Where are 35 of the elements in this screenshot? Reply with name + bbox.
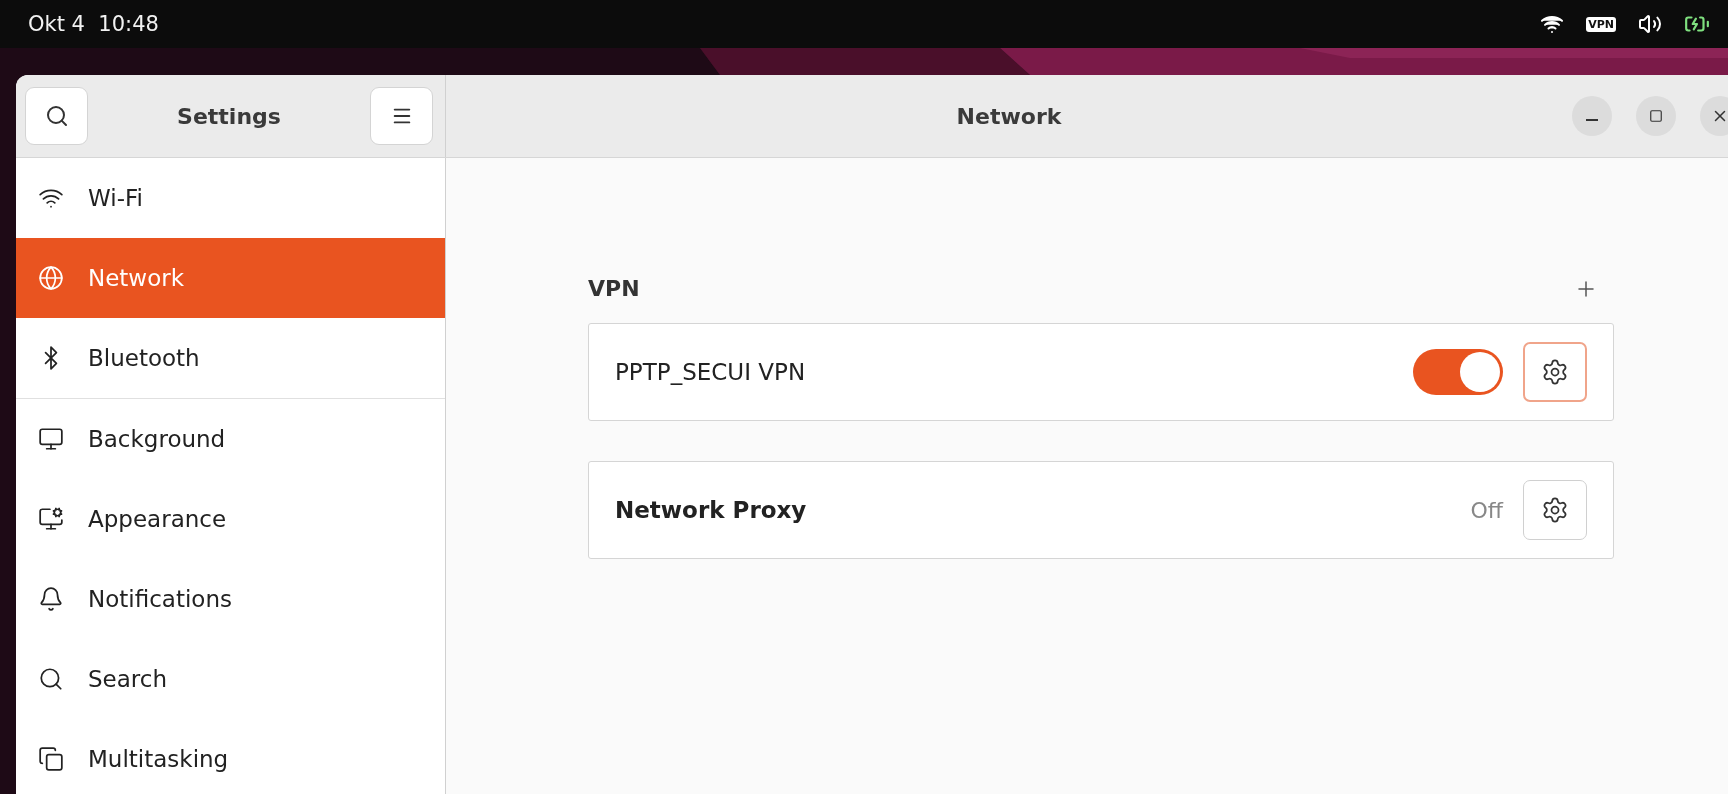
sidebar-item[interactable]: Bluetooth bbox=[16, 318, 445, 399]
bell-icon bbox=[38, 586, 64, 612]
settings-icon bbox=[1541, 496, 1569, 524]
window-title: Network bbox=[955, 103, 1063, 129]
section-heading: VPN bbox=[588, 276, 640, 301]
sidebar-item[interactable]: Search bbox=[16, 639, 445, 719]
settings-button[interactable] bbox=[1523, 342, 1587, 402]
maximize-button[interactable] bbox=[1636, 96, 1676, 136]
sidebar-item[interactable]: Appearance bbox=[16, 479, 445, 559]
clock[interactable]: Okt 4 10:48 bbox=[28, 12, 159, 36]
volume-icon[interactable] bbox=[1638, 12, 1662, 36]
menu-button[interactable] bbox=[370, 87, 433, 145]
sidebar-item[interactable]: Multitasking bbox=[16, 719, 445, 794]
sidebar-item[interactable]: Wi-Fi bbox=[16, 158, 445, 238]
vpn-switch[interactable] bbox=[1413, 349, 1503, 395]
sidebar-title: Settings bbox=[176, 103, 282, 129]
sidebar-item[interactable]: Notifications bbox=[16, 559, 445, 639]
search-button[interactable] bbox=[25, 87, 88, 145]
search-icon bbox=[38, 666, 64, 692]
globe-icon bbox=[38, 265, 64, 291]
vpn-name: PPTP_SECUI VPN bbox=[615, 359, 807, 385]
sidebar-item[interactable]: Background bbox=[16, 399, 445, 479]
vpn-indicator[interactable]: VPN bbox=[1586, 16, 1616, 32]
minimize-icon bbox=[1586, 119, 1598, 121]
close-button[interactable] bbox=[1700, 96, 1728, 136]
monitor-icon bbox=[38, 426, 64, 452]
search-icon bbox=[44, 104, 69, 128]
settings-icon bbox=[1541, 358, 1569, 386]
settings-button[interactable] bbox=[1523, 480, 1587, 540]
proxy-label: Network Proxy bbox=[615, 497, 808, 523]
maximize-icon bbox=[1649, 109, 1663, 123]
monitor-icon bbox=[38, 506, 64, 532]
sidebar-item[interactable]: Network bbox=[16, 238, 445, 318]
proxy-status: Off bbox=[1470, 497, 1503, 523]
windows-icon bbox=[38, 746, 64, 772]
